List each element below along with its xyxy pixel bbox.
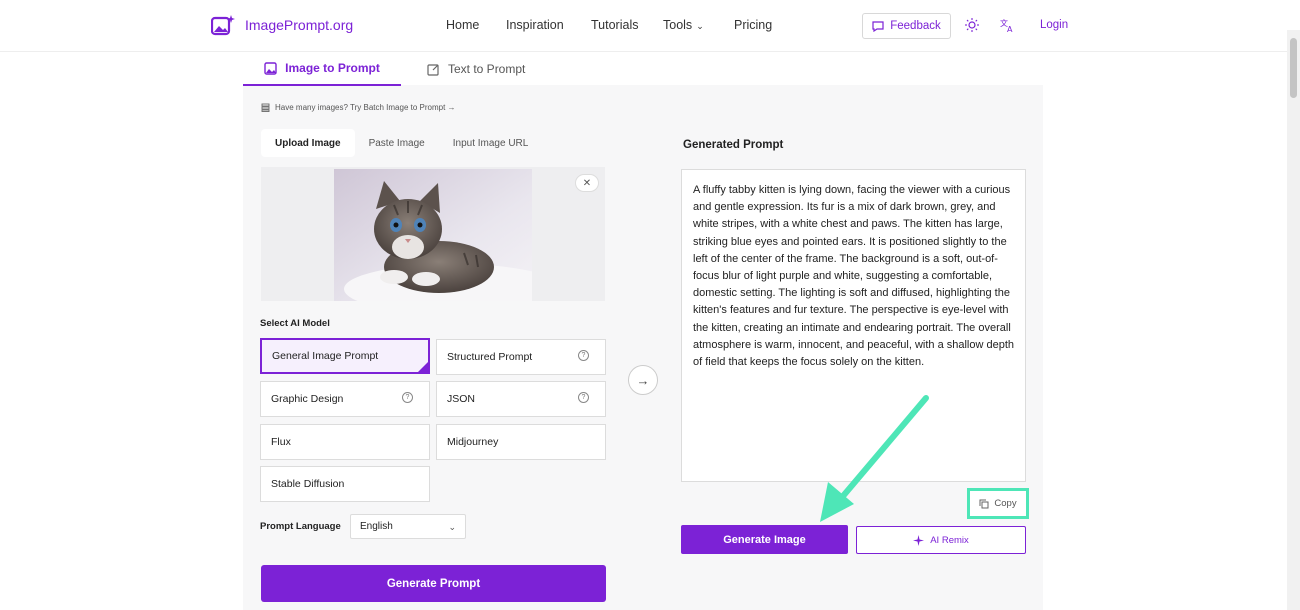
page-scrollbar[interactable]: [1287, 30, 1300, 610]
help-icon[interactable]: ?: [578, 350, 589, 361]
help-icon[interactable]: ?: [402, 392, 413, 403]
login-link[interactable]: Login: [1040, 19, 1068, 31]
logo-image-icon: [210, 14, 235, 36]
model-label: General Image Prompt: [272, 350, 379, 362]
nav-tools[interactable]: Tools ⌄: [663, 18, 704, 32]
upload-tabs: Upload Image Paste Image Input Image URL: [261, 129, 542, 157]
arrow-right-icon[interactable]: →: [628, 365, 658, 395]
svg-text:A: A: [1007, 25, 1013, 32]
ai-remix-label: AI Remix: [930, 534, 969, 546]
copy-label: Copy: [994, 498, 1017, 509]
model-graphic-design[interactable]: Graphic Design ?: [260, 381, 430, 417]
prompt-language-label: Prompt Language: [260, 521, 341, 532]
tab-image-to-prompt-label: Image to Prompt: [285, 61, 380, 75]
feedback-button[interactable]: Feedback: [862, 13, 951, 39]
tab-text-to-prompt[interactable]: Text to Prompt: [427, 52, 525, 86]
image-icon: [264, 61, 277, 75]
nav-pricing[interactable]: Pricing: [734, 18, 772, 32]
language-icon[interactable]: 文 A: [1000, 18, 1014, 32]
model-label: JSON: [447, 393, 476, 405]
chevron-down-icon: ⌄: [696, 21, 704, 31]
feedback-label: Feedback: [890, 20, 941, 32]
tab-upload-image[interactable]: Upload Image: [261, 129, 355, 157]
model-general-image-prompt[interactable]: General Image Prompt: [260, 338, 430, 374]
model-midjourney[interactable]: Midjourney: [436, 424, 606, 460]
nav-tutorials[interactable]: Tutorials: [591, 18, 638, 32]
model-label: Graphic Design: [271, 393, 344, 405]
scrollbar-thumb[interactable]: [1290, 38, 1297, 98]
tab-image-to-prompt[interactable]: Image to Prompt: [243, 52, 401, 86]
logo[interactable]: ImagePrompt.org: [210, 14, 354, 36]
help-icon[interactable]: ?: [578, 392, 589, 403]
annotation-arrow: [820, 395, 929, 522]
prompt-language-value: English: [360, 521, 393, 532]
model-label: Flux: [271, 436, 291, 448]
stack-icon: [261, 103, 270, 112]
model-flux[interactable]: Flux: [260, 424, 430, 460]
edit-icon: [427, 63, 439, 76]
model-json[interactable]: JSON ?: [436, 381, 606, 417]
selected-check-icon: [416, 360, 430, 374]
close-icon: ✕: [582, 177, 592, 189]
nav-home[interactable]: Home: [446, 18, 479, 32]
mode-tabs: Image to Prompt Text to Prompt: [243, 52, 1043, 86]
tab-input-image-url[interactable]: Input Image URL: [439, 129, 543, 157]
select-model-label: Select AI Model: [260, 318, 330, 329]
theme-toggle-icon[interactable]: [965, 18, 979, 32]
ai-remix-button[interactable]: AI Remix: [856, 526, 1026, 554]
model-label: Stable Diffusion: [271, 478, 345, 490]
image-preview: ✕: [261, 167, 605, 301]
top-header: ImagePrompt.org Home Inspiration Tutoria…: [0, 0, 1300, 52]
kitten-photo: [334, 169, 532, 301]
generate-prompt-button[interactable]: Generate Prompt: [261, 565, 606, 602]
sparkle-icon: [913, 534, 925, 546]
nav-tools-label: Tools: [663, 18, 693, 32]
generated-prompt-title: Generated Prompt: [683, 139, 784, 151]
batch-hint[interactable]: Have many images? Try Batch Image to Pro…: [261, 103, 456, 112]
prompt-language-select[interactable]: English ⌄: [350, 514, 466, 539]
copy-button[interactable]: Copy: [967, 488, 1029, 519]
tab-text-to-prompt-label: Text to Prompt: [448, 62, 526, 76]
model-label: Structured Prompt: [447, 351, 533, 363]
copy-icon: [979, 499, 989, 508]
logo-text: ImagePrompt.org: [245, 17, 354, 33]
nav-inspiration[interactable]: Inspiration: [506, 18, 564, 32]
model-label: Midjourney: [447, 436, 499, 448]
model-stable-diffusion[interactable]: Stable Diffusion: [260, 466, 430, 502]
batch-hint-text: Have many images? Try Batch Image to Pro…: [275, 103, 456, 112]
model-structured-prompt[interactable]: Structured Prompt ?: [436, 339, 606, 375]
remove-image-button[interactable]: ✕: [575, 174, 599, 192]
chat-icon: [872, 20, 884, 32]
tab-paste-image[interactable]: Paste Image: [355, 129, 439, 157]
chevron-down-icon: ⌄: [448, 522, 456, 532]
generate-image-button[interactable]: Generate Image: [681, 525, 848, 554]
